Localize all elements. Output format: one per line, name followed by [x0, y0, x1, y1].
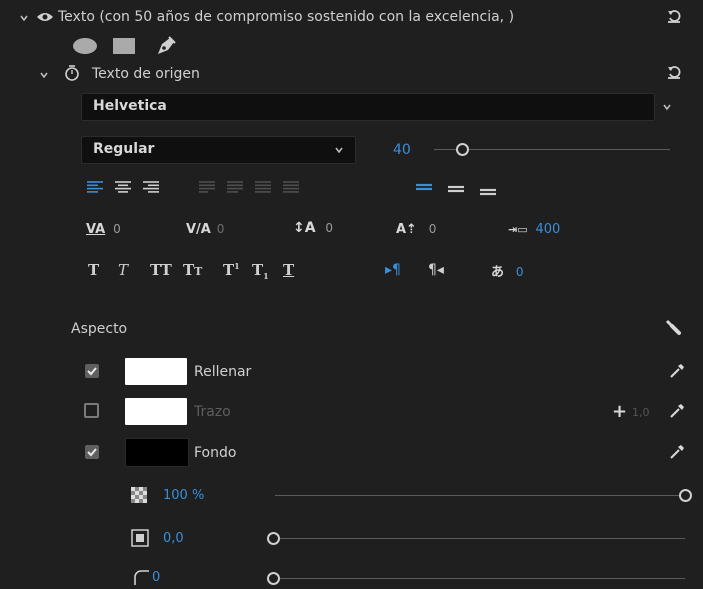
font-style-value: Regular	[93, 141, 155, 157]
background-label: Fondo	[194, 445, 237, 461]
tab-width-control[interactable]: あ 0	[491, 261, 523, 280]
justify-all-icon[interactable]	[282, 180, 300, 194]
align-center-icon[interactable]	[114, 180, 132, 194]
justify-center-icon[interactable]	[226, 180, 244, 194]
all-caps-button[interactable]: TT	[150, 261, 172, 279]
background-size-icon	[131, 529, 149, 551]
ltr-direction-icon[interactable]: ▸¶	[385, 262, 401, 278]
opacity-value[interactable]: 100 %	[163, 488, 204, 503]
font-style-dropdown[interactable]: Regular	[81, 136, 356, 164]
baseline-shift-icon: A⇡	[396, 222, 417, 237]
wrench-icon[interactable]	[664, 318, 682, 340]
tracking-control[interactable]: V/A 0	[186, 222, 224, 237]
appearance-header: Aspecto	[71, 321, 128, 337]
font-style-chevron-icon	[335, 147, 343, 154]
eyedropper-icon[interactable]	[668, 402, 686, 424]
corner-radius-icon	[133, 568, 151, 589]
eyedropper-icon[interactable]	[668, 443, 686, 465]
stroke-color-swatch[interactable]	[125, 398, 187, 425]
background-size-slider-knob[interactable]	[267, 532, 280, 545]
baseline-shift-control[interactable]: A⇡ 0	[396, 222, 436, 237]
leading-icon: ↕A	[293, 220, 316, 236]
font-family-dropdown[interactable]: Helvetica	[81, 93, 655, 121]
stopwatch-icon[interactable]	[64, 64, 80, 86]
justify-right-icon[interactable]	[254, 180, 272, 194]
visibility-eye-icon[interactable]	[36, 11, 54, 27]
opacity-slider-track[interactable]	[275, 495, 680, 496]
rectangle-mask-icon[interactable]	[112, 36, 136, 60]
justify-left-icon[interactable]	[198, 180, 216, 194]
collapse-chevron-icon[interactable]	[19, 12, 29, 27]
corner-radius-slider-knob[interactable]	[267, 572, 280, 585]
background-size-value[interactable]: 0,0	[163, 531, 184, 546]
align-top-icon[interactable]	[415, 182, 433, 196]
align-bottom-icon[interactable]	[479, 182, 497, 196]
corner-radius-slider-track[interactable]	[280, 578, 685, 579]
stroke-checkbox[interactable]	[84, 403, 99, 418]
tab-width-icon: あ	[491, 265, 505, 280]
align-middle-icon[interactable]	[447, 182, 465, 196]
corner-radius-value[interactable]: 0	[152, 570, 160, 585]
add-stroke-icon[interactable]: +	[612, 401, 627, 422]
eyedropper-icon[interactable]	[668, 362, 686, 384]
source-text-label: Texto de origen	[92, 66, 200, 82]
underline-button[interactable]: T	[283, 261, 294, 279]
reset-icon[interactable]	[666, 8, 682, 24]
background-color-swatch[interactable]	[125, 438, 189, 467]
font-size-slider-track[interactable]	[434, 149, 670, 150]
opacity-checker-icon	[131, 487, 147, 507]
font-size-value[interactable]: 40	[393, 142, 411, 158]
layer-title: Texto (con 50 años de compromiso sosteni…	[58, 9, 515, 25]
font-size-slider-knob[interactable]	[456, 143, 470, 156]
rtl-direction-icon[interactable]: ¶◂	[428, 262, 444, 278]
font-family-chevron-icon[interactable]	[662, 101, 672, 116]
background-size-slider-track[interactable]	[280, 538, 685, 539]
faux-italic-button[interactable]: T	[118, 261, 128, 279]
font-family-value: Helvetica	[93, 98, 167, 114]
kerning-control[interactable]: VA 0	[86, 222, 121, 237]
source-text-chevron-icon[interactable]	[39, 69, 49, 84]
faux-bold-button[interactable]: T	[88, 261, 99, 279]
pen-mask-icon[interactable]	[154, 34, 178, 60]
stroke-width-value[interactable]: 1,0	[632, 406, 650, 419]
tsume-control[interactable]: ⇥▭ 400	[508, 222, 560, 237]
superscript-button[interactable]: T1	[223, 261, 240, 279]
tsume-icon: ⇥▭	[508, 223, 528, 236]
kerning-icon: VA	[86, 222, 106, 237]
subscript-button[interactable]: T1	[252, 261, 269, 281]
stroke-label: Trazo	[194, 404, 231, 420]
reset-icon[interactable]	[666, 64, 682, 80]
ellipse-mask-icon[interactable]	[71, 36, 99, 60]
align-right-icon[interactable]	[142, 180, 160, 194]
small-caps-button[interactable]: TT	[183, 261, 202, 279]
fill-color-swatch[interactable]	[125, 358, 187, 385]
opacity-slider-knob[interactable]	[679, 489, 692, 502]
background-checkbox[interactable]	[85, 445, 99, 459]
fill-label: Rellenar	[194, 364, 252, 380]
leading-control[interactable]: ↕A 0	[293, 220, 333, 236]
fill-checkbox[interactable]	[85, 364, 99, 378]
align-left-icon[interactable]	[86, 180, 104, 194]
tracking-icon: V/A	[186, 222, 211, 237]
